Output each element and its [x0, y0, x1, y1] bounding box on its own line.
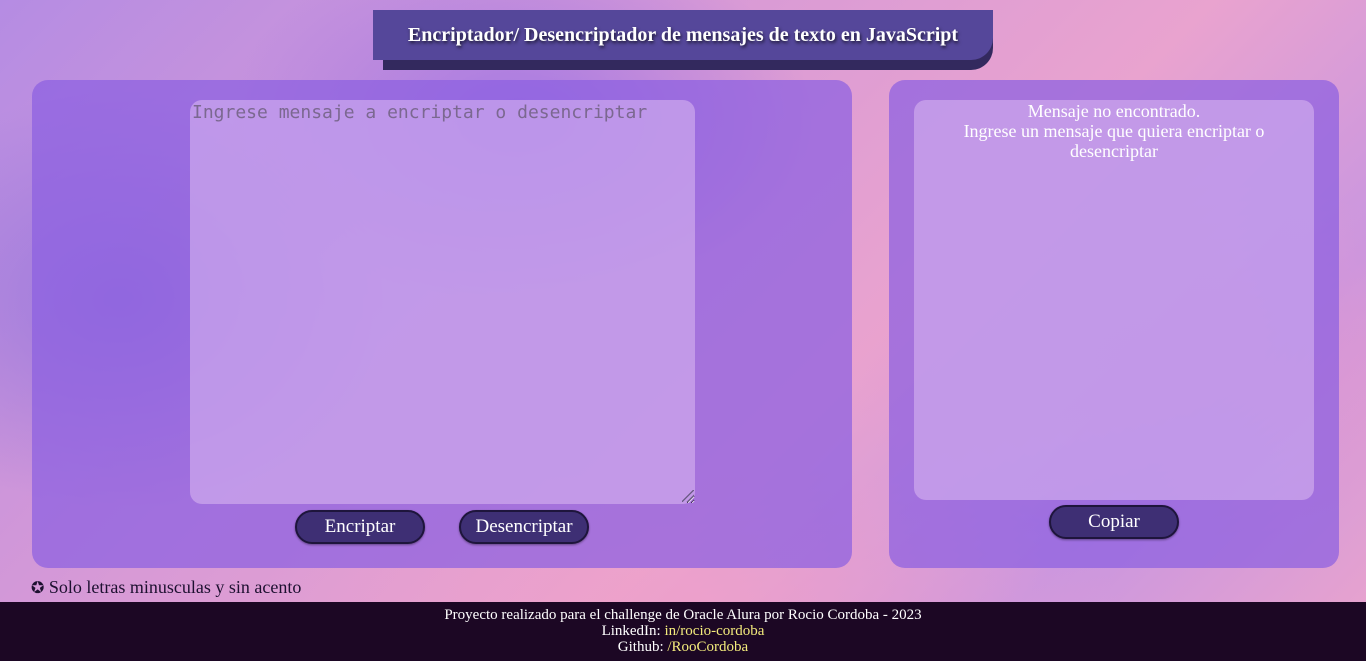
output-message: Ingrese un mensaje que quiera encriptar … — [963, 121, 1265, 161]
page-header: Encriptador/ Desencriptador de mensajes … — [373, 10, 993, 70]
encrypt-button[interactable]: Encriptar — [295, 510, 425, 544]
star-circle-icon: ✪ — [31, 578, 45, 597]
linkedin-label: LinkedIn: — [601, 623, 661, 639]
note-text: Solo letras minusculas y sin acento — [48, 577, 302, 597]
github-label: Github: — [617, 639, 664, 655]
resize-handle-icon[interactable] — [682, 490, 694, 502]
output-panel: Mensaje no encontrado. Ingrese un mensaj… — [889, 80, 1339, 568]
footer-credit: Proyecto realizado para el challenge de … — [444, 607, 922, 623]
message-input[interactable] — [190, 100, 695, 504]
output-title: Mensaje no encontrado. — [1027, 101, 1201, 121]
input-panel: Encriptar Desencriptar — [32, 80, 852, 568]
decrypt-button[interactable]: Desencriptar — [459, 510, 589, 544]
footer: Proyecto realizado para el challenge de … — [0, 602, 1366, 661]
input-note: ✪ Solo letras minusculas y sin acento — [31, 577, 301, 598]
footer-github: Github: /RooCordoba — [0, 639, 1366, 655]
copy-button[interactable]: Copiar — [1049, 505, 1179, 539]
output-area: Mensaje no encontrado. Ingrese un mensaj… — [914, 100, 1314, 500]
github-link[interactable]: /RooCordoba — [667, 639, 748, 655]
footer-linkedin: LinkedIn: in/rocio-cordoba — [0, 623, 1366, 639]
linkedin-link[interactable]: in/rocio-cordoba — [664, 623, 764, 639]
page-title: Encriptador/ Desencriptador de mensajes … — [373, 10, 993, 60]
